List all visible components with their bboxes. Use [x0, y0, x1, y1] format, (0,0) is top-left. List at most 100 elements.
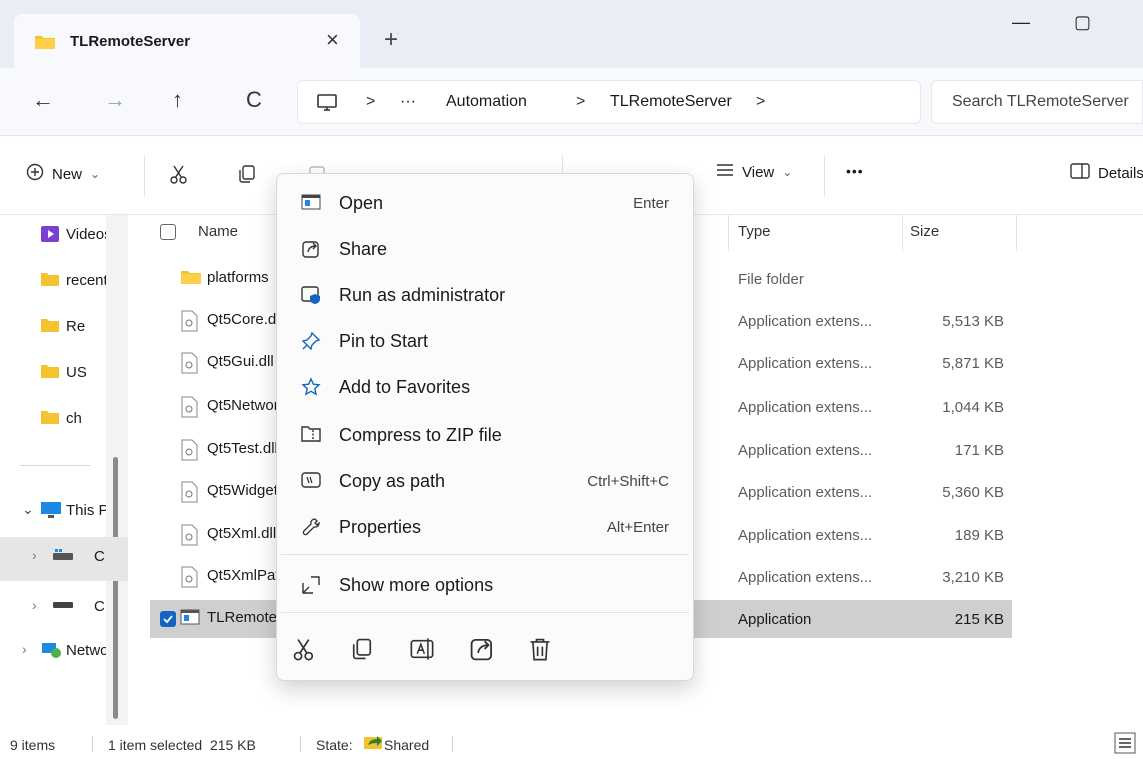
chevron-right-icon[interactable]: ›	[22, 641, 27, 657]
sidebar-item-folder[interactable]: ch	[0, 399, 128, 439]
breadcrumb-separator: >	[366, 93, 376, 110]
sidebar-item-label: recent	[66, 272, 106, 289]
view-lines-icon	[716, 163, 734, 181]
tab-tlremoteserver[interactable]: TLRemoteServer ×	[14, 14, 360, 68]
column-divider[interactable]	[1016, 215, 1017, 251]
copy-icon[interactable]	[349, 636, 379, 666]
dll-icon	[180, 481, 198, 507]
app-icon	[180, 608, 200, 630]
sidebar-item-label: C	[94, 548, 105, 565]
view-label: View	[742, 163, 775, 181]
address-bar[interactable]: > ··· Automation > TLRemoteServer >	[297, 80, 921, 124]
sidebar-item-folder[interactable]: recent	[0, 261, 128, 301]
status-divider	[300, 736, 301, 752]
share-icon[interactable]	[469, 636, 499, 666]
details-pane-icon	[1070, 163, 1090, 183]
column-header-name[interactable]: Name	[198, 223, 238, 240]
menu-item-shortcut: Enter	[633, 195, 669, 212]
rename-icon[interactable]	[409, 636, 439, 666]
sidebar-item-drive[interactable]: › C	[0, 537, 128, 581]
menu-item-add-to-favorites[interactable]: Add to Favorites	[281, 366, 689, 408]
share-icon	[301, 239, 321, 263]
folder-icon	[40, 271, 60, 291]
menu-item-open[interactable]: Open Enter	[281, 182, 689, 224]
dll-icon	[180, 566, 198, 592]
toolbar-divider	[144, 155, 145, 197]
details-button[interactable]: Details	[1070, 163, 1143, 183]
sidebar-item-label: Re	[66, 318, 86, 335]
column-divider[interactable]	[902, 215, 903, 251]
chevron-down-icon[interactable]: ⌄	[22, 501, 34, 518]
column-divider[interactable]	[728, 215, 729, 251]
file-size: 5,360 KB	[942, 484, 1004, 501]
breadcrumb-separator: >	[756, 93, 766, 110]
sidebar-item-folder[interactable]: Re	[0, 307, 128, 347]
sidebar-item-videos[interactable]: Videos	[0, 215, 128, 255]
row-checkbox[interactable]	[160, 611, 176, 627]
column-header-type[interactable]: Type	[738, 223, 771, 240]
sidebar-item-label: C	[94, 598, 105, 615]
new-button[interactable]: New ⌄	[26, 163, 100, 185]
details-view-toggle-icon[interactable]	[1114, 732, 1136, 757]
search-input[interactable]: Search TLRemoteServer	[952, 93, 1129, 111]
menu-item-label: Add to Favorites	[339, 377, 471, 397]
menu-item-label: Copy as path	[339, 471, 446, 491]
sidebar-item-this-pc[interactable]: ⌄ This PC	[0, 491, 128, 531]
cut-icon[interactable]	[291, 636, 321, 666]
wrench-icon	[301, 517, 321, 541]
sidebar-item-folder[interactable]: US	[0, 353, 128, 393]
maximize-button[interactable]: ▢	[1074, 12, 1091, 33]
search-box[interactable]: Search TLRemoteServer	[931, 80, 1143, 124]
menu-item-pin-to-start[interactable]: Pin to Start	[281, 320, 689, 362]
column-header-size[interactable]: Size	[910, 223, 939, 240]
drive-icon	[52, 597, 74, 615]
breadcrumb-tlremoteserver[interactable]: TLRemoteServer	[610, 93, 732, 111]
copy-button[interactable]	[236, 163, 258, 185]
menu-item-label: Run as administrator	[339, 285, 506, 305]
new-tab-button[interactable]: +	[384, 28, 398, 52]
sidebar-divider	[20, 465, 90, 466]
chevron-right-icon[interactable]: ›	[32, 547, 37, 563]
more-options-button[interactable]: •••	[846, 163, 864, 179]
file-name: platforms	[207, 269, 269, 286]
menu-item-copy-as-path[interactable]: Copy as path Ctrl+Shift+C	[281, 460, 689, 502]
toolbar-divider	[824, 155, 825, 197]
select-all-checkbox[interactable]	[160, 224, 176, 240]
menu-item-label: Properties	[339, 517, 422, 537]
menu-item-shortcut: Alt+Enter	[606, 519, 669, 536]
back-button[interactable]: ←	[32, 88, 54, 112]
tab-title: TLRemoteServer	[70, 33, 191, 50]
file-size: 189 KB	[954, 527, 1004, 544]
file-type: Application extens...	[738, 484, 873, 501]
menu-item-run-as-admin[interactable]: Run as administrator	[281, 274, 689, 316]
cut-button[interactable]	[168, 163, 190, 185]
folder-icon	[40, 409, 60, 429]
view-button[interactable]: View ⌄	[716, 163, 792, 181]
zip-icon	[301, 425, 321, 447]
folder-icon	[34, 34, 56, 54]
close-tab-button[interactable]: ×	[326, 28, 339, 52]
chevron-right-icon[interactable]: ›	[32, 597, 37, 613]
chevron-down-icon: ⌄	[782, 165, 793, 179]
address-row: ← → ↑ C > ··· Automation > TLRemoteServe…	[0, 68, 1143, 136]
status-divider	[452, 736, 453, 752]
breadcrumb-automation[interactable]: Automation	[446, 93, 527, 111]
up-button[interactable]: ↑	[172, 88, 183, 112]
open-app-icon	[301, 193, 321, 215]
minimize-button[interactable]: —	[1012, 12, 1030, 33]
folder-icon	[40, 363, 60, 383]
videos-icon	[40, 225, 60, 247]
menu-item-compress-zip[interactable]: Compress to ZIP file	[281, 414, 689, 456]
breadcrumb-overflow[interactable]: ···	[400, 93, 416, 111]
plus-circle-icon	[26, 163, 44, 185]
sidebar-item-drive[interactable]: › C	[0, 587, 128, 627]
menu-item-share[interactable]: Share	[281, 228, 689, 270]
refresh-button[interactable]: C	[246, 88, 262, 112]
forward-button[interactable]: →	[104, 88, 126, 112]
sidebar-item-network[interactable]: › Network	[0, 631, 128, 671]
sidebar-item-label: US	[66, 364, 87, 381]
menu-item-label: Show more options	[339, 575, 494, 595]
menu-item-show-more-options[interactable]: Show more options	[281, 564, 689, 606]
delete-icon[interactable]	[527, 636, 557, 666]
menu-item-properties[interactable]: Properties Alt+Enter	[281, 506, 689, 548]
